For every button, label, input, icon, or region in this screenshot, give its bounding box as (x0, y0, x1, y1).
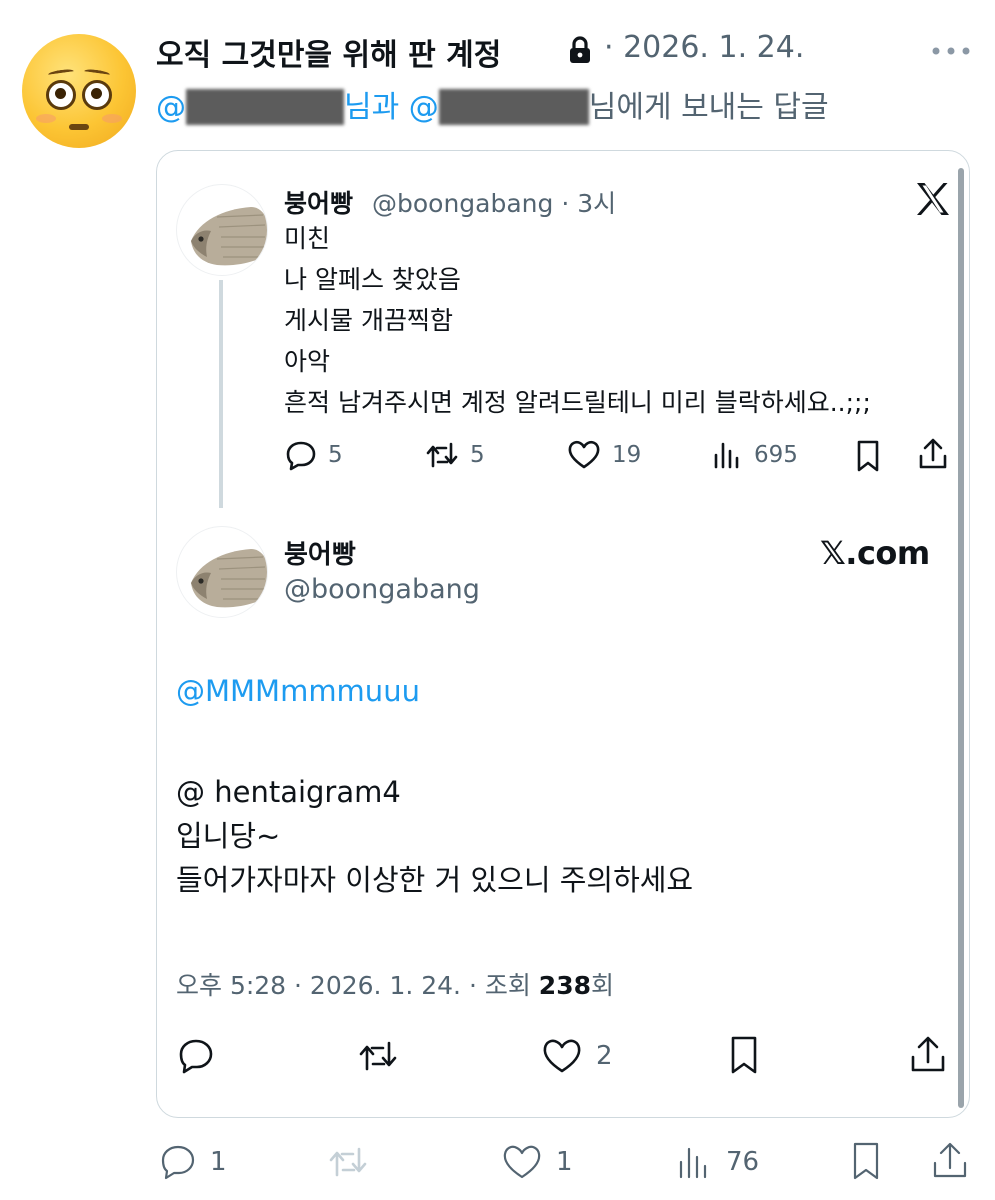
repost-button[interactable] (326, 1142, 382, 1182)
reply-like-action: 2 (540, 1036, 613, 1076)
reply-meta-suffix: 회 (590, 971, 614, 1000)
lock-icon (570, 36, 590, 63)
quoted-post-text: 미친 나 알페스 찾았음 게시물 개끔찍함 아악 흔적 남겨주시면 계정 알려드… (284, 218, 871, 423)
reply-icon (161, 1145, 195, 1180)
reply-mention-2[interactable]: @ (409, 90, 439, 125)
quoted-line-2: 나 알페스 찾았음 (284, 265, 461, 294)
like-count: 1 (556, 1147, 573, 1177)
reply-author-name: 붕어빵 (284, 540, 356, 570)
heart-icon (568, 440, 600, 469)
quoted-reply-count: 5 (328, 442, 343, 468)
repost-icon (359, 1041, 397, 1071)
x-com-brand: 𝕏.com (820, 534, 930, 572)
bookmark-icon[interactable] (848, 1140, 884, 1182)
blush-right (102, 114, 122, 123)
bookmark-icon (857, 440, 879, 472)
quoted-author-handle: @boongabang · 3시 (372, 189, 617, 218)
quoted-author-name: 붕어빵 (284, 189, 354, 218)
fish-icon (191, 207, 267, 266)
mouth (69, 124, 89, 130)
more-icon[interactable] (931, 46, 971, 56)
brow-left (47, 68, 75, 78)
post-date[interactable]: · 2026. 1. 24. (604, 30, 804, 65)
reply-icon (179, 1039, 213, 1074)
reply-button[interactable]: 1 (158, 1142, 227, 1182)
reply-author-handle: @boongabang (284, 574, 480, 605)
share-icon (919, 438, 947, 469)
fish-avatar-2 (176, 526, 268, 618)
x-logo-icon (917, 183, 949, 215)
views-icon (679, 1147, 707, 1179)
reply-meta-text: 오후 5:28 · 2026. 1. 24. · 조회 (176, 971, 539, 1000)
repost-icon (329, 1147, 367, 1177)
quoted-line-4: 아악 (284, 347, 331, 376)
fish-avatar (176, 184, 268, 276)
reply-post-text: @ hentaigram4 입니당~ 들어가자마자 이상한 거 있으니 주의하세… (176, 770, 693, 902)
image-scroll-edge (958, 168, 964, 1108)
reply-meta-views: 238 (538, 971, 591, 1000)
bookmark-icon (731, 1036, 757, 1074)
quoted-reply-action: 5 (284, 438, 343, 472)
avatar[interactable] (22, 34, 136, 148)
eye-right (82, 80, 112, 110)
heart-icon (543, 1039, 581, 1073)
quoted-line-1: 미친 (284, 224, 331, 253)
quoted-repost-action: 5 (424, 438, 485, 472)
views-button[interactable]: 76 (674, 1142, 759, 1182)
quoted-views-count: 695 (754, 442, 798, 468)
reply-mention: @MMMmmmuuu (176, 674, 420, 708)
blush-left (36, 114, 56, 123)
reply-mention-1[interactable]: @ (156, 90, 186, 125)
quoted-line-3: 게시물 개끔찍함 (284, 306, 453, 335)
reply-line-1: @ hentaigram4 (176, 775, 401, 809)
reply-like-count: 2 (596, 1041, 613, 1071)
redacted-handle-1 (186, 89, 344, 125)
eye-left (46, 80, 76, 110)
brow-right (83, 68, 111, 78)
reply-line-2: 입니당~ (176, 819, 281, 853)
views-count: 76 (726, 1147, 760, 1177)
display-name[interactable]: 오직 그것만을 위해 판 계정 (156, 30, 501, 74)
fish-icon (191, 549, 267, 608)
views-icon (714, 442, 739, 469)
quoted-repost-count: 5 (470, 442, 485, 468)
reply-line-3: 들어가자마자 이상한 거 있으니 주의하세요 (176, 863, 694, 897)
reply-post-meta: 오후 5:28 · 2026. 1. 24. · 조회 238회 (176, 966, 614, 1002)
repost-icon (426, 442, 458, 468)
reply-suffix-2: 님에게 보내는 답글 (588, 90, 829, 125)
share-icon[interactable] (930, 1140, 970, 1182)
like-button[interactable]: 1 (500, 1142, 573, 1182)
quoted-like-count: 19 (612, 442, 642, 468)
quoted-like-action: 19 (566, 438, 641, 472)
reply-suffix-1: 님과 (344, 90, 409, 125)
share-icon (911, 1036, 945, 1072)
quoted-views-action: 695 (710, 438, 798, 472)
reply-count: 1 (210, 1147, 227, 1177)
thread-connector (219, 280, 223, 508)
reply-to-line: @ 님과 @ 님에게 보내는 답글 (156, 82, 829, 125)
redacted-handle-2 (438, 89, 589, 125)
heart-icon (503, 1145, 541, 1179)
reply-icon (286, 441, 316, 471)
quoted-line-5: 흔적 남겨주시면 계정 알려드릴테니 미리 블락하세요..;;; (284, 388, 871, 417)
